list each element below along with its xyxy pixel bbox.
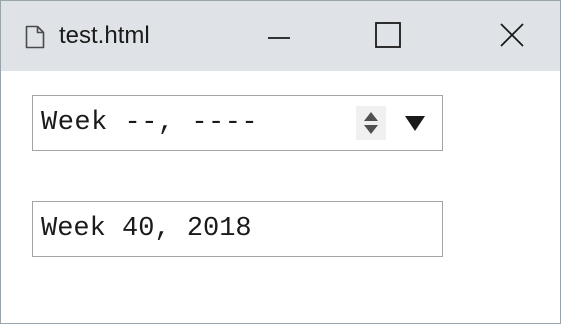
close-icon	[499, 22, 525, 53]
dropdown-triangle-icon[interactable]	[402, 104, 428, 142]
spinner-updown-icon[interactable]	[356, 106, 386, 140]
browser-window: test.html Week --, ---- Week 40, 2018	[0, 0, 561, 324]
minimize-button[interactable]	[254, 17, 304, 57]
maximize-button[interactable]	[363, 17, 413, 57]
document-icon	[25, 25, 45, 49]
window-title: test.html	[59, 22, 150, 49]
title-bar[interactable]: test.html	[1, 1, 560, 71]
maximize-icon	[374, 21, 402, 54]
week-input-filled[interactable]: Week 40, 2018	[32, 201, 443, 257]
week-input-filled-value: Week 40, 2018	[41, 214, 252, 244]
page-content: Week --, ---- Week 40, 2018	[1, 71, 560, 323]
minimize-icon	[266, 22, 292, 53]
week-input-empty[interactable]: Week --, ----	[32, 95, 443, 151]
close-button[interactable]	[487, 17, 537, 57]
week-input-empty-value: Week --, ----	[41, 108, 259, 138]
